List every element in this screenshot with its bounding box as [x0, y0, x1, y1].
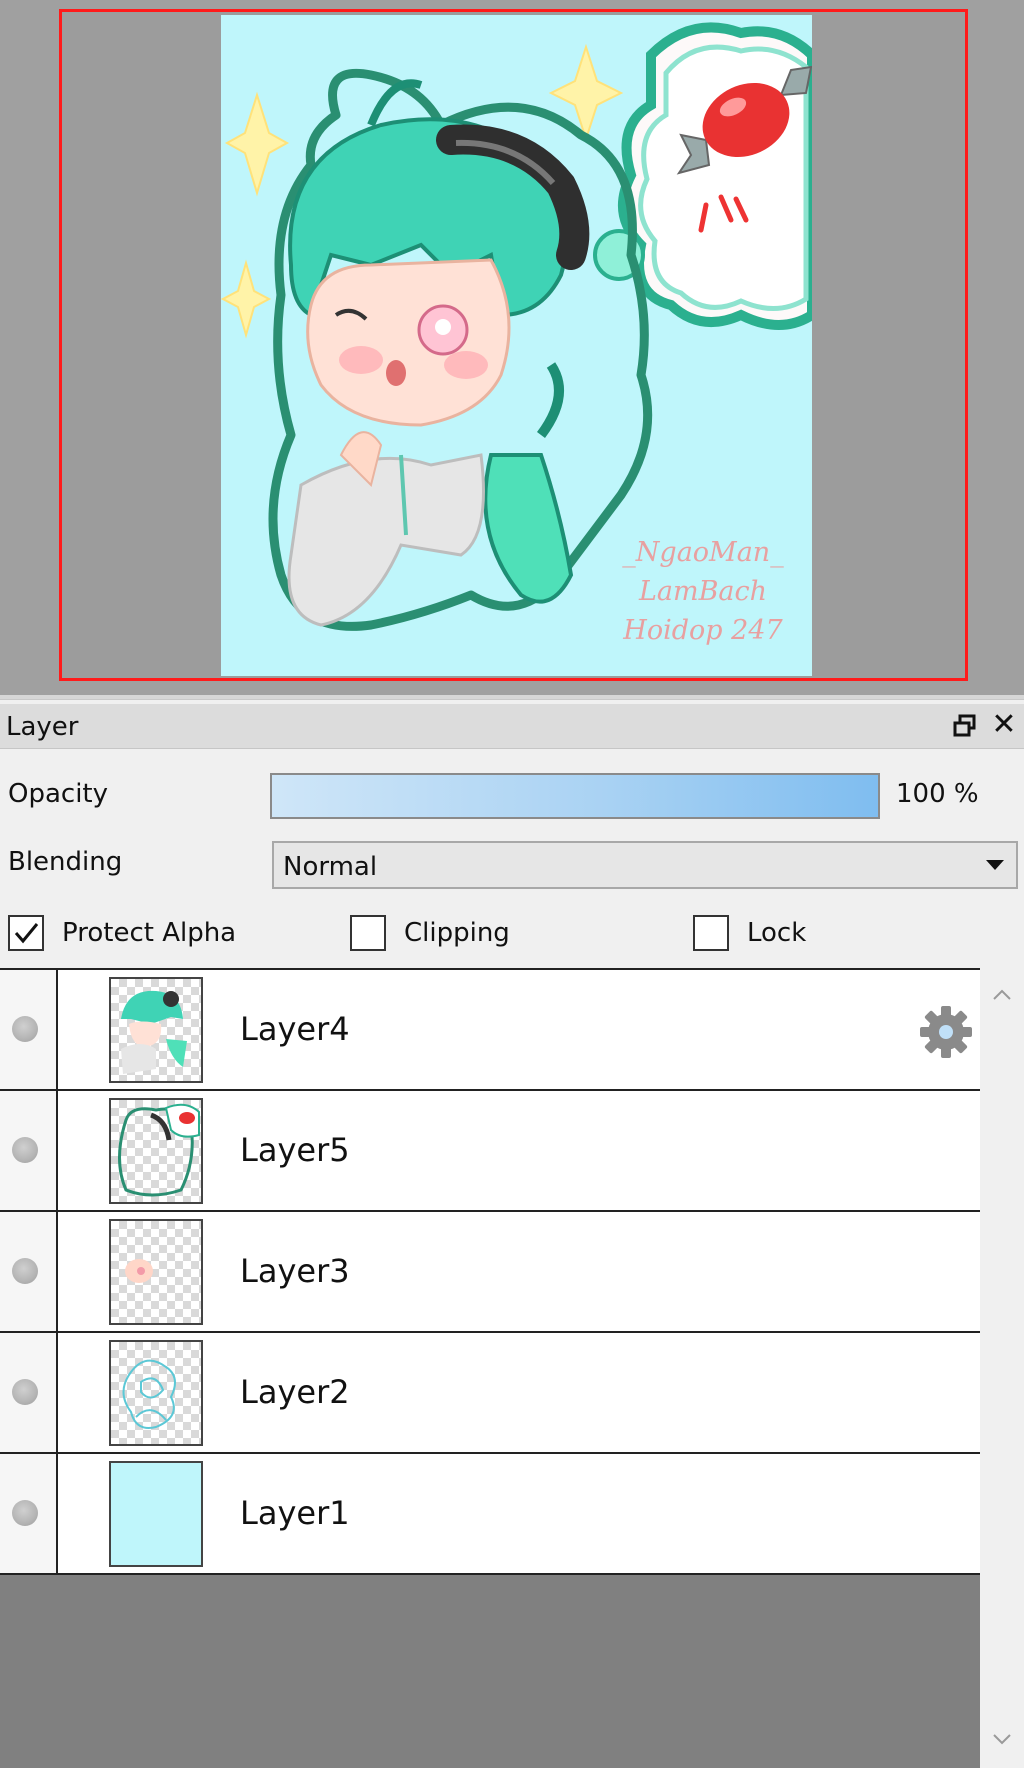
panel-title: Layer — [6, 712, 79, 742]
clipping-label: Clipping — [404, 918, 510, 948]
layer-name: Layer5 — [240, 1131, 350, 1169]
visibility-toggle-icon[interactable] — [12, 1016, 38, 1042]
visibility-column — [0, 970, 58, 1089]
layer-row-layer1[interactable]: Layer1 — [0, 1452, 980, 1573]
artist-signature: _NgaoMan_ LamBach Hoidop 247 — [622, 537, 784, 646]
checkmark-icon — [14, 923, 39, 944]
opacity-slider[interactable] — [270, 773, 880, 819]
opacity-value: 100 % — [896, 779, 979, 809]
layer-name: Layer4 — [240, 1010, 350, 1048]
checkbox-box[interactable] — [8, 915, 44, 951]
layer-row-layer5[interactable]: Layer5 — [0, 1089, 980, 1210]
visibility-column — [0, 1333, 58, 1452]
layer-panel: Layer ✕ Opacity 100 % Blending Normal Pr… — [0, 695, 1024, 1768]
lock-label: Lock — [747, 918, 807, 948]
layer-list: Layer4 Layer5 Layer3 Layer2 Layer1 — [0, 968, 980, 1768]
checkbox-box[interactable] — [693, 915, 729, 951]
layer-name: Layer2 — [240, 1373, 350, 1411]
blending-mode-value: Normal — [283, 852, 378, 882]
layer-row-layer2[interactable]: Layer2 — [0, 1331, 980, 1452]
visibility-toggle-icon[interactable] — [12, 1379, 38, 1405]
chevron-down-icon — [986, 860, 1004, 870]
panel-splitter[interactable] — [0, 695, 1024, 700]
blending-label: Blending — [8, 847, 123, 877]
canvas-preview: _NgaoMan_ LamBach Hoidop 247 — [221, 15, 812, 676]
layer-thumbnail — [109, 1098, 203, 1204]
opacity-label: Opacity — [8, 779, 109, 809]
navigator-panel: _NgaoMan_ LamBach Hoidop 247 — [0, 0, 1024, 695]
layer-name: Layer3 — [240, 1252, 350, 1290]
opacity-slider-fill — [272, 775, 878, 817]
float-window-icon[interactable] — [952, 714, 978, 738]
visibility-toggle-icon[interactable] — [12, 1500, 38, 1526]
layer-list-scrollbar[interactable] — [980, 968, 1024, 1768]
layer-row-layer3[interactable]: Layer3 — [0, 1210, 980, 1331]
layer-thumbnail — [109, 1461, 203, 1567]
close-icon[interactable]: ✕ — [990, 710, 1018, 740]
navigator-view-frame[interactable]: _NgaoMan_ LamBach Hoidop 247 — [59, 9, 968, 681]
layer-name: Layer1 — [240, 1494, 350, 1532]
checkbox-box[interactable] — [350, 915, 386, 951]
visibility-toggle-icon[interactable] — [12, 1137, 38, 1163]
protect-alpha-label: Protect Alpha — [62, 918, 237, 948]
layer-thumbnail — [109, 977, 203, 1083]
panel-title-bar[interactable]: Layer ✕ — [0, 704, 1024, 749]
layer-row-layer4[interactable]: Layer4 — [0, 968, 980, 1089]
visibility-column — [0, 1091, 58, 1210]
visibility-column — [0, 1454, 58, 1573]
chevron-up-icon[interactable] — [992, 986, 1012, 1000]
list-divider — [0, 1573, 980, 1575]
blending-mode-select[interactable]: Normal — [272, 841, 1018, 889]
visibility-column — [0, 1212, 58, 1331]
visibility-toggle-icon[interactable] — [12, 1258, 38, 1284]
layer-thumbnail — [109, 1340, 203, 1446]
chevron-down-icon[interactable] — [992, 1732, 1012, 1746]
layer-thumbnail — [109, 1219, 203, 1325]
gear-icon[interactable] — [918, 1004, 974, 1060]
